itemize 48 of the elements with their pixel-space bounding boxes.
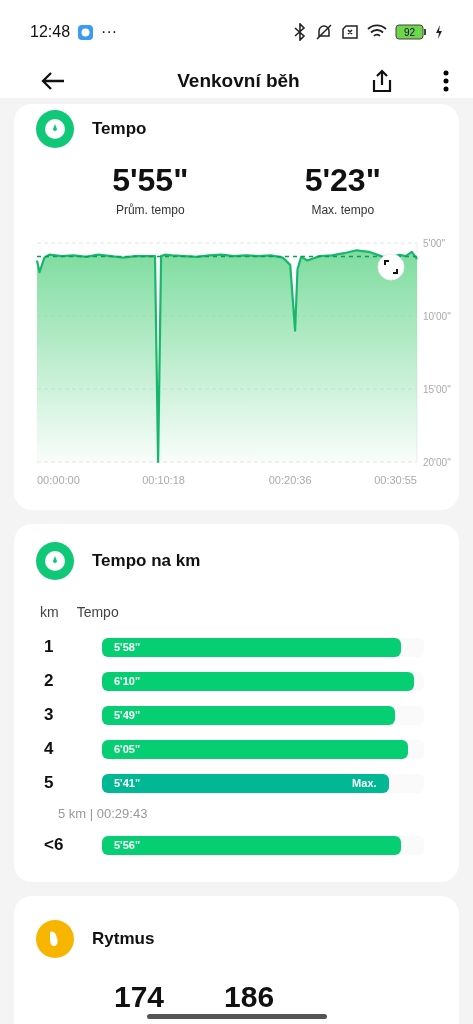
pace-bar: 5'49" bbox=[102, 705, 395, 725]
x-axis-label: 00:00:00 bbox=[37, 474, 80, 486]
muted-bell-icon bbox=[315, 23, 333, 41]
charging-icon bbox=[435, 25, 443, 39]
y-axis-label: 20'00" bbox=[423, 457, 451, 468]
x-axis-label: 00:30:55 bbox=[374, 474, 417, 486]
stopwatch-icon bbox=[36, 542, 74, 580]
split-summary: 5 km | 00:29:43 bbox=[58, 805, 148, 821]
battery-icon: 92 bbox=[395, 24, 427, 40]
x-axis-label: 00:10:18 bbox=[142, 474, 185, 486]
stat-label: Max. tempo bbox=[311, 203, 375, 217]
app-notification-icon bbox=[78, 24, 94, 40]
km-number: 2 bbox=[43, 671, 55, 691]
y-axis-label: 15'00" bbox=[423, 384, 451, 395]
pace-bar: 6'05" bbox=[102, 739, 408, 759]
stat-value: 5'23" bbox=[304, 162, 381, 199]
stat-value: 186 bbox=[224, 980, 275, 1014]
km-number: 4 bbox=[43, 739, 55, 759]
pace-bar: 5'41" Max. bbox=[102, 773, 389, 793]
card-title: Tempo bbox=[92, 119, 147, 139]
pace-bar: 5'56" bbox=[102, 835, 402, 855]
column-header: Tempo bbox=[76, 604, 119, 620]
share-button[interactable] bbox=[371, 69, 393, 93]
stat-value: 5'55" bbox=[112, 162, 189, 199]
y-axis-label: 10'00" bbox=[423, 311, 451, 322]
x-axis-label: 00:20:36 bbox=[268, 474, 312, 486]
stat-label: Prům. tempo bbox=[115, 203, 185, 217]
stat-value: 174 bbox=[114, 980, 165, 1014]
pace-bar: 6'10" bbox=[102, 671, 415, 691]
pace-bar: 5'58" bbox=[102, 637, 402, 657]
page-title: Venkovní běh bbox=[176, 70, 301, 92]
status-time: 12:48 bbox=[30, 23, 71, 41]
more-notifications: ··· bbox=[101, 23, 118, 41]
y-axis-label: 5'00" bbox=[423, 238, 446, 249]
km-number: 1 bbox=[43, 637, 55, 657]
shoe-icon bbox=[36, 920, 74, 958]
bluetooth-icon bbox=[293, 23, 307, 41]
column-header: km bbox=[40, 604, 59, 620]
card-title: Tempo na km bbox=[92, 551, 201, 571]
km-number: 5 bbox=[43, 773, 55, 793]
sim-icon bbox=[341, 24, 359, 40]
card-title: Rytmus bbox=[92, 929, 155, 949]
km-number: 3 bbox=[43, 705, 55, 725]
back-button[interactable] bbox=[40, 71, 66, 91]
expand-icon[interactable] bbox=[377, 253, 405, 281]
stopwatch-icon bbox=[36, 110, 74, 148]
km-number: <6 bbox=[43, 835, 65, 855]
more-menu-button[interactable] bbox=[443, 70, 449, 92]
